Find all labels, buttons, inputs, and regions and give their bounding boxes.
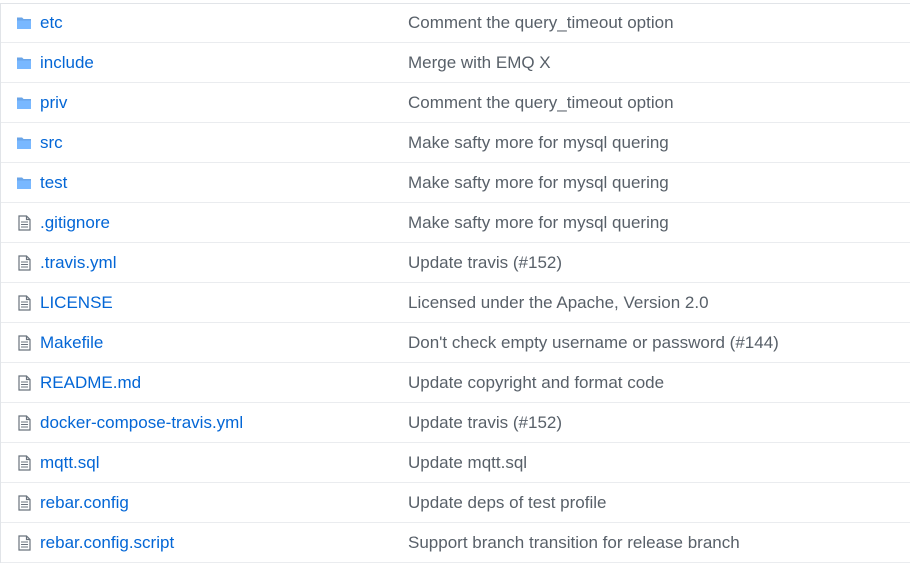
file-icon — [16, 214, 32, 231]
file-icon — [16, 414, 32, 431]
file-row[interactable]: test Make safty more for mysql quering — [1, 163, 910, 203]
file-icon — [16, 534, 32, 551]
file-name-link[interactable]: etc — [40, 13, 408, 33]
commit-message-link[interactable]: Update travis (#152) — [408, 413, 562, 433]
file-name-link[interactable]: include — [40, 53, 408, 73]
file-name-link[interactable]: Makefile — [40, 333, 408, 353]
folder-icon — [16, 95, 32, 111]
commit-message-link[interactable]: Update copyright and format code — [408, 373, 664, 393]
commit-message-link[interactable]: Comment the query_timeout option — [408, 93, 674, 113]
file-name-link[interactable]: rebar.config — [40, 493, 408, 513]
file-row[interactable]: .travis.yml Update travis (#152) — [1, 243, 910, 283]
file-name-link[interactable]: docker-compose-travis.yml — [40, 413, 408, 433]
commit-message-link[interactable]: Update deps of test profile — [408, 493, 606, 513]
commit-message-link[interactable]: Update mqtt.sql — [408, 453, 527, 473]
commit-message-link[interactable]: Update travis (#152) — [408, 253, 562, 273]
file-name-link[interactable]: rebar.config.script — [40, 533, 408, 553]
file-row[interactable]: rebar.config Update deps of test profile — [1, 483, 910, 523]
file-name-link[interactable]: .gitignore — [40, 213, 408, 233]
folder-icon — [16, 55, 32, 71]
file-list: etc Comment the query_timeout option inclu… — [0, 3, 910, 563]
file-row[interactable]: README.md Update copyright and format cod… — [1, 363, 910, 403]
commit-message-link[interactable]: Make safty more for mysql quering — [408, 213, 669, 233]
file-row[interactable]: .gitignore Make safty more for mysql quer… — [1, 203, 910, 243]
folder-icon — [16, 135, 32, 151]
commit-message-link[interactable]: Make safty more for mysql quering — [408, 133, 669, 153]
file-name-link[interactable]: LICENSE — [40, 293, 408, 313]
file-name-link[interactable]: mqtt.sql — [40, 453, 408, 473]
file-row[interactable]: mqtt.sql Update mqtt.sql — [1, 443, 910, 483]
commit-message-link[interactable]: Don't check empty username or password (… — [408, 333, 779, 353]
file-row[interactable]: Makefile Don't check empty username or pa… — [1, 323, 910, 363]
file-name-link[interactable]: README.md — [40, 373, 408, 393]
file-row[interactable]: src Make safty more for mysql quering — [1, 123, 910, 163]
file-row[interactable]: include Merge with EMQ X — [1, 43, 910, 83]
file-name-link[interactable]: src — [40, 133, 408, 153]
file-icon — [16, 334, 32, 351]
file-icon — [16, 254, 32, 271]
folder-icon — [16, 15, 32, 31]
file-name-link[interactable]: priv — [40, 93, 408, 113]
file-icon — [16, 374, 32, 391]
commit-message-link[interactable]: Make safty more for mysql quering — [408, 173, 669, 193]
file-icon — [16, 494, 32, 511]
file-icon — [16, 454, 32, 471]
folder-icon — [16, 175, 32, 191]
file-row[interactable]: priv Comment the query_timeout option — [1, 83, 910, 123]
commit-message-link[interactable]: Licensed under the Apache, Version 2.0 — [408, 293, 709, 313]
commit-message-link[interactable]: Support branch transition for release br… — [408, 533, 740, 553]
file-icon — [16, 294, 32, 311]
commit-message-link[interactable]: Merge with EMQ X — [408, 53, 551, 73]
file-row[interactable]: etc Comment the query_timeout option — [1, 4, 910, 43]
file-name-link[interactable]: test — [40, 173, 408, 193]
file-row[interactable]: docker-compose-travis.yml Update travis (… — [1, 403, 910, 443]
commit-message-link[interactable]: Comment the query_timeout option — [408, 13, 674, 33]
file-name-link[interactable]: .travis.yml — [40, 253, 408, 273]
file-row[interactable]: LICENSE Licensed under the Apache, Versio… — [1, 283, 910, 323]
file-row[interactable]: rebar.config.script Support branch transi… — [1, 523, 910, 563]
